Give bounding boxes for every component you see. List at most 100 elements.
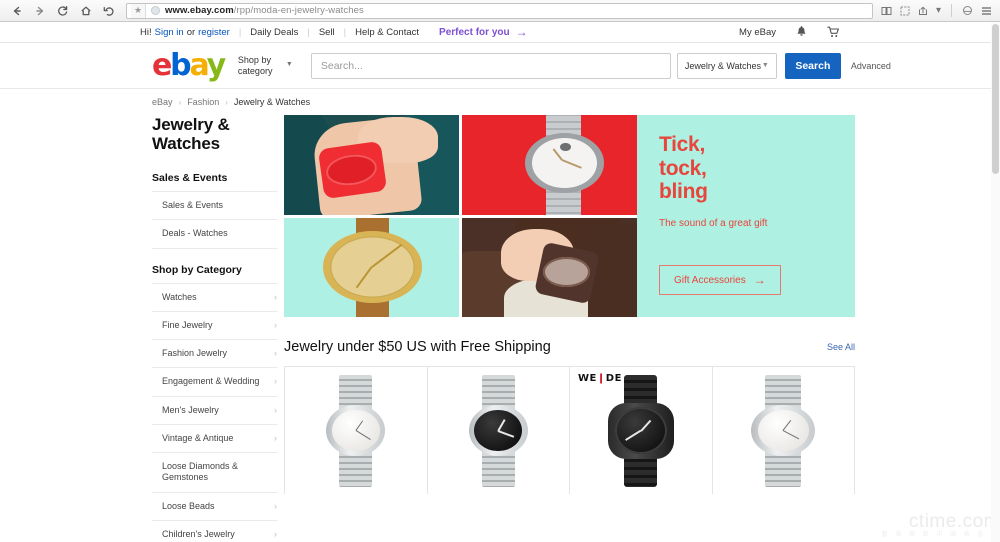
sidebar-item-mens-jewelry[interactable]: Men's Jewelry › — [152, 395, 277, 424]
sidebar-item-deals-watches[interactable]: Deals - Watches › — [152, 219, 277, 247]
sidebar-item-vintage-antique[interactable]: Vintage & Antique › — [152, 423, 277, 452]
forward-arrow-icon[interactable] — [33, 4, 47, 18]
sell-link[interactable]: Sell — [319, 27, 335, 38]
hero-tile-silver-watch-on-red[interactable] — [462, 115, 637, 215]
see-all-link[interactable]: See All — [827, 342, 855, 352]
sidebar-item-label: Deals - Watches — [162, 228, 228, 239]
shop-by-category-button[interactable]: Shop by category ▼ — [238, 55, 293, 76]
gift-accessories-button[interactable]: Gift Accessories → — [659, 265, 781, 295]
sidebar: Jewelry & Watches Sales & Events Sales &… — [152, 115, 277, 542]
breadcrumb-item-current: Jewelry & Watches — [233, 97, 311, 107]
chevron-right-icon: › — [274, 404, 277, 415]
star-icon[interactable]: ★ — [131, 3, 146, 18]
register-link[interactable]: register — [198, 27, 230, 38]
perfect-for-you-link[interactable]: Perfect for you → — [439, 25, 528, 39]
toolbar-divider — [951, 4, 952, 17]
scrollbar-thumb[interactable] — [992, 24, 999, 174]
hero-headline-line2: tock, — [659, 156, 707, 180]
search-input[interactable]: Search... — [310, 52, 671, 79]
sidebar-item-label: Men's Jewelry — [162, 404, 219, 415]
ebay-logo[interactable]: ebay — [152, 47, 227, 83]
hero-headline-line1: Tick, — [659, 133, 705, 156]
sign-in-link[interactable]: Sign in — [155, 27, 184, 38]
product-card-citizen-white-dial-steel-watch[interactable] — [712, 367, 854, 494]
category-select-value: Jewelry & Watches — [684, 60, 762, 71]
sidebar-item-watches[interactable]: Watches › — [152, 282, 277, 311]
home-icon[interactable] — [79, 4, 93, 18]
undo-arrow-icon[interactable] — [102, 4, 116, 18]
sidebar-heading-category: Shop by Category — [152, 263, 242, 276]
global-nav-right: My eBay — [739, 26, 1000, 38]
watch-face — [542, 257, 590, 288]
main-column: Tick, tock, bling The sound of a great g… — [277, 115, 1000, 542]
sidebar-item-label: Fashion Jewelry — [162, 348, 228, 359]
gift-accessories-label: Gift Accessories — [674, 274, 746, 286]
dial-dot-marker — [560, 142, 571, 151]
watch-illustration — [605, 374, 677, 487]
advanced-search-link[interactable]: Advanced — [851, 61, 891, 71]
product-card-weide-black-digital-watch[interactable]: WE❙DE — [570, 367, 713, 494]
breadcrumb: eBay › Fashion › Jewelry & Watches — [152, 95, 1000, 109]
nav-divider: | — [238, 26, 242, 38]
product-card-black-dial-steel-sport-watch[interactable] — [427, 367, 570, 494]
sidebar-item-loose-diamonds-gemstones[interactable]: Loose Diamonds & Gemstones› — [152, 452, 277, 492]
chevron-down-icon[interactable]: ▾ — [936, 5, 941, 16]
perfect-for-you-label: Perfect for you — [439, 26, 510, 38]
greeting-text: Hi! — [140, 26, 152, 38]
deals-section-title: Jewelry under $50 US with Free Shipping — [284, 339, 551, 355]
hero-tile-gold-watch-brown-strap[interactable] — [284, 217, 459, 317]
chevron-down-icon: ▼ — [285, 61, 293, 69]
breadcrumb-item-ebay[interactable]: eBay — [152, 97, 173, 107]
url-path: /rpp/moda-en-jewelry-watches — [233, 5, 364, 16]
product-card-citizen-silver-ladies-watch[interactable] — [285, 367, 428, 494]
logo-letter-y: y — [206, 47, 227, 83]
sidebar-item-loose-beads[interactable]: Loose Beads › — [152, 491, 277, 520]
page-root: ★ www.ebay.com/rpp/moda-en-jewelry-watch… — [0, 0, 1000, 542]
sidebar-item-fine-jewelry[interactable]: Fine Jewelry › — [152, 310, 277, 339]
breadcrumb-item-fashion[interactable]: Fashion — [187, 97, 219, 107]
deals-card-row: WE❙DE — [284, 366, 855, 494]
sidebar-item-fashion-jewelry[interactable]: Fashion Jewelry › — [152, 339, 277, 367]
sidebar-item-sales-events[interactable]: Sales & Events › — [152, 191, 277, 219]
deals-section-header: Jewelry under $50 US with Free Shipping … — [284, 339, 855, 355]
watermark-text: ctime.com — [908, 510, 1000, 532]
reload-icon[interactable] — [56, 4, 70, 18]
category-select[interactable]: Jewelry & Watches ▼ — [676, 52, 777, 79]
hamburger-menu-icon[interactable] — [981, 6, 992, 16]
address-bar[interactable]: ★ www.ebay.com/rpp/moda-en-jewelry-watch… — [126, 2, 873, 19]
chevron-right-icon: › — [274, 291, 277, 302]
share-icon[interactable] — [918, 6, 928, 16]
search-button[interactable]: Search — [784, 52, 841, 79]
page-title: Jewelry & Watches — [152, 115, 230, 154]
sidebar-category-list: Watches › Fine Jewelry › Fashion Jewelry › … — [152, 282, 277, 542]
sidebar-item-label: Engagement & Wedding — [162, 376, 260, 387]
help-contact-link[interactable]: Help & Contact — [355, 27, 419, 38]
daily-deals-link[interactable]: Daily Deals — [250, 27, 298, 38]
url-text: www.ebay.com/rpp/moda-en-jewelry-watches — [165, 5, 364, 16]
sidebar-item-engagement-wedding[interactable]: Engagement & Wedding › — [152, 367, 277, 395]
chevron-right-icon: › — [274, 500, 277, 511]
reader-mode-icon[interactable] — [881, 6, 892, 16]
back-arrow-icon[interactable] — [10, 4, 24, 18]
sidebar-item-label: Children's Jewelry — [162, 528, 235, 539]
ebay-header: ebay Shop by category ▼ Search... Jewelr… — [0, 43, 1000, 89]
hero-banner: Tick, tock, bling The sound of a great g… — [284, 115, 855, 317]
shopping-cart-icon[interactable] — [827, 26, 840, 38]
chevron-right-icon: › — [274, 348, 277, 359]
hero-headline-line3: bling — [659, 180, 708, 204]
site-info-icon — [151, 6, 160, 15]
browser-toolbar-right: ▾ — [881, 4, 994, 17]
ebay-global-nav: Hi! Sign in or register | Daily Deals | … — [0, 22, 1000, 43]
screenshot-icon[interactable] — [900, 6, 910, 16]
notifications-bell-icon[interactable] — [796, 26, 807, 38]
page-scrollbar[interactable] — [991, 22, 1000, 542]
sidebar-item-childrens-jewelry[interactable]: Children's Jewelry › — [152, 519, 277, 542]
breadcrumb-separator: › — [178, 97, 182, 107]
sync-icon[interactable] — [962, 5, 973, 16]
watch-illustration — [320, 374, 392, 487]
hero-tile-red-watch-on-wrist[interactable] — [284, 115, 459, 215]
hero-tile-rose-watch-on-wrist[interactable] — [462, 217, 637, 317]
chevron-right-icon: › — [274, 432, 277, 443]
my-ebay-link[interactable]: My eBay — [739, 27, 776, 38]
sidebar-item-label: Fine Jewelry — [162, 319, 213, 330]
